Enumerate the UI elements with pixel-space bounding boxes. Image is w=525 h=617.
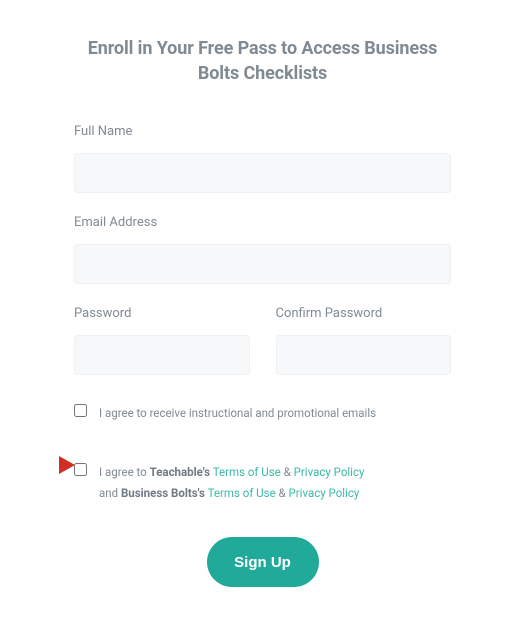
teachable-terms-link[interactable]: Terms of Use xyxy=(213,465,281,479)
arrow-right-icon xyxy=(27,454,75,476)
page-title: Enroll in Your Free Pass to Access Busin… xyxy=(74,36,451,86)
ampersand-2: & xyxy=(276,486,289,500)
teachable-name: Teachable's xyxy=(150,465,210,479)
password-row: Password Confirm Password xyxy=(74,306,451,375)
and-word: and xyxy=(99,486,121,500)
password-label: Password xyxy=(74,306,250,321)
terms-checkbox[interactable] xyxy=(74,463,87,476)
promo-checkbox-row: I agree to receive instructional and pro… xyxy=(74,403,451,424)
businessbolts-name: Business Bolts's xyxy=(121,486,205,500)
full-name-group: Full Name xyxy=(74,124,451,193)
full-name-label: Full Name xyxy=(74,124,451,139)
businessbolts-privacy-link[interactable]: Privacy Policy xyxy=(289,486,360,500)
promo-checkbox-label: I agree to receive instructional and pro… xyxy=(99,403,376,424)
full-name-input[interactable] xyxy=(74,153,451,193)
terms-checkbox-label: I agree to Teachable's Terms of Use & Pr… xyxy=(99,462,364,503)
terms-prefix: I agree to xyxy=(99,465,150,479)
teachable-privacy-link[interactable]: Privacy Policy xyxy=(294,465,365,479)
confirm-password-group: Confirm Password xyxy=(276,306,452,375)
confirm-password-input[interactable] xyxy=(276,335,452,375)
email-group: Email Address xyxy=(74,215,451,284)
terms-checkbox-row: I agree to Teachable's Terms of Use & Pr… xyxy=(74,462,451,503)
confirm-password-label: Confirm Password xyxy=(276,306,452,321)
email-label: Email Address xyxy=(74,215,451,230)
signup-button-wrap: Sign Up xyxy=(74,537,451,587)
promo-checkbox[interactable] xyxy=(74,404,87,417)
password-group: Password xyxy=(74,306,250,375)
businessbolts-terms-link[interactable]: Terms of Use xyxy=(208,486,276,500)
signup-button[interactable]: Sign Up xyxy=(207,537,319,587)
email-input[interactable] xyxy=(74,244,451,284)
signup-form: Enroll in Your Free Pass to Access Busin… xyxy=(0,0,525,617)
password-input[interactable] xyxy=(74,335,250,375)
ampersand-1: & xyxy=(281,465,294,479)
